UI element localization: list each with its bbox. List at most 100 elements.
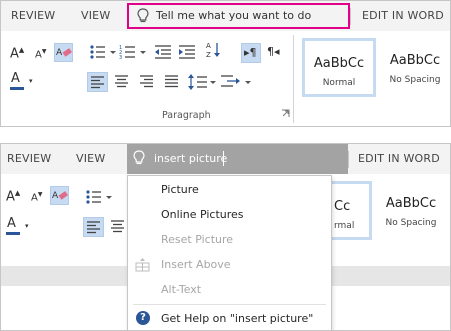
- menu-item-online-pictures[interactable]: Online Pictures: [128, 202, 331, 227]
- tab-review[interactable]: REVIEW: [11, 9, 55, 22]
- align-left-icon: [87, 221, 100, 234]
- paragraph-group-label: Paragraph: [162, 110, 211, 121]
- style-name: rmal: [334, 221, 355, 231]
- align-right-icon: [140, 75, 153, 88]
- search-query: insert picture: [154, 152, 228, 165]
- tab-separator: [350, 8, 351, 25]
- align-left-icon: [91, 76, 104, 89]
- ribbon-panel-search: REVIEW VIEW insert picture EDIT IN WORD …: [0, 143, 451, 331]
- font-color-swatch: [10, 87, 24, 90]
- chevron-down-icon: ▾: [25, 222, 29, 230]
- style-sample: AaBbCc: [389, 53, 441, 68]
- style-name: No Spacing: [385, 218, 437, 228]
- bullets-button[interactable]: [85, 188, 115, 206]
- ribbon-panel-before: REVIEW VIEW Tell me what you want to do …: [0, 0, 451, 127]
- menu-item-insert-above: Insert Above: [128, 252, 331, 277]
- svg-text:3: 3: [119, 55, 122, 61]
- grow-font-icon[interactable]: A▲: [6, 190, 20, 204]
- rtl-button[interactable]: ¶◂: [265, 43, 285, 63]
- style-normal[interactable]: Cc rmal: [332, 181, 372, 240]
- style-sample: Cc: [334, 199, 351, 214]
- svg-text:A: A: [56, 48, 63, 58]
- insert-above-icon: [135, 258, 150, 272]
- tab-edit-in-word[interactable]: EDIT IN WORD: [362, 9, 444, 22]
- bullets-button[interactable]: [89, 43, 119, 61]
- menu-item-reset-picture: Reset Picture: [128, 227, 331, 252]
- menu-item-label: Picture: [161, 183, 199, 196]
- eraser-icon: A: [56, 48, 72, 58]
- tell-me-placeholder: Tell me what you want to do: [156, 9, 312, 22]
- menu-item-get-help[interactable]: ? Get Help on "insert picture": [128, 306, 331, 330]
- font-color-icon: A: [11, 71, 20, 86]
- paragraph-spacing-icon: [221, 75, 251, 87]
- tab-review[interactable]: REVIEW: [7, 152, 51, 165]
- bullet-list-icon: [86, 190, 112, 204]
- dialog-launcher-icon[interactable]: [281, 109, 290, 118]
- text-caret: [223, 151, 224, 166]
- font-color-swatch: [6, 232, 20, 235]
- increase-indent-icon: [179, 45, 195, 59]
- style-no-spacing[interactable]: AaBbCc No Spacing: [374, 181, 448, 240]
- align-center-icon: [111, 220, 124, 233]
- justify-icon: [165, 75, 178, 88]
- align-left-button[interactable]: [87, 72, 108, 92]
- tab-edit-in-word[interactable]: EDIT IN WORD: [358, 152, 440, 165]
- style-sample: AaBbCc: [385, 196, 437, 211]
- clear-formatting-button[interactable]: A: [50, 186, 69, 205]
- grow-font-icon[interactable]: A▲: [10, 47, 24, 61]
- tab-view[interactable]: VIEW: [76, 152, 105, 165]
- line-spacing-button[interactable]: [187, 72, 217, 92]
- align-left-button[interactable]: [83, 217, 104, 237]
- right-to-left-icon: ¶◂: [267, 45, 280, 58]
- menu-item-label: Get Help on "insert picture": [161, 312, 314, 325]
- font-color-button[interactable]: A ▾: [5, 216, 35, 238]
- font-color-icon: A: [7, 216, 16, 231]
- group-divider: [293, 35, 294, 123]
- increase-indent-button[interactable]: [177, 43, 199, 61]
- paragraph-spacing-button[interactable]: [219, 72, 253, 92]
- clear-formatting-button[interactable]: A: [54, 43, 73, 62]
- style-normal[interactable]: AaBbCc Normal: [302, 38, 376, 97]
- tell-me-search-box[interactable]: insert picture: [127, 144, 348, 174]
- lightbulb-icon: [133, 150, 145, 165]
- tab-view[interactable]: VIEW: [81, 9, 110, 22]
- numbering-button[interactable]: 1 2 3: [119, 43, 149, 61]
- tell-me-box[interactable]: Tell me what you want to do: [127, 3, 350, 29]
- menu-item-label: Alt-Text: [161, 283, 202, 296]
- style-sample: AaBbCc: [313, 56, 365, 71]
- align-center-button[interactable]: [108, 217, 127, 237]
- shrink-font-icon[interactable]: A▼: [31, 192, 42, 203]
- menu-item-label: Reset Picture: [161, 233, 234, 246]
- menu-item-label: Insert Above: [161, 258, 231, 271]
- bullet-list-icon: [90, 45, 116, 59]
- decrease-indent-button[interactable]: [153, 43, 175, 61]
- style-name: No Spacing: [389, 75, 441, 85]
- align-right-button[interactable]: [137, 72, 158, 92]
- ribbon-tab-bar: REVIEW VIEW Tell me what you want to do …: [1, 1, 450, 31]
- svg-text:A: A: [206, 42, 211, 50]
- line-spacing-icon: [188, 74, 216, 90]
- menu-separator: [133, 304, 326, 305]
- sort-icon: A Z: [206, 42, 220, 59]
- left-to-right-icon: ▸¶: [244, 46, 257, 59]
- menu-item-alt-text: Alt-Text: [128, 277, 331, 302]
- help-icon: ?: [136, 311, 150, 325]
- svg-text:A: A: [52, 191, 59, 201]
- eraser-icon: A: [52, 191, 68, 201]
- svg-text:Z: Z: [206, 51, 211, 59]
- sort-button[interactable]: A Z: [206, 41, 234, 59]
- style-no-spacing[interactable]: AaBbCc No Spacing: [378, 38, 450, 97]
- menu-item-picture[interactable]: Picture: [128, 177, 331, 202]
- lightbulb-icon: [137, 8, 149, 23]
- numbered-list-icon: 1 2 3: [119, 45, 146, 61]
- tab-separator: [348, 151, 349, 168]
- shrink-font-icon[interactable]: A▼: [35, 49, 46, 60]
- align-center-icon: [115, 75, 128, 88]
- align-center-button[interactable]: [112, 72, 133, 92]
- search-results-menu: Picture Online Pictures Reset Picture In…: [127, 175, 332, 330]
- decrease-indent-icon: [155, 45, 171, 59]
- justify-button[interactable]: [162, 72, 183, 92]
- ribbon-tab-bar: REVIEW VIEW insert picture EDIT IN WORD: [1, 144, 450, 174]
- ltr-button[interactable]: ▸¶: [241, 43, 261, 63]
- font-color-button[interactable]: A ▾: [9, 71, 39, 93]
